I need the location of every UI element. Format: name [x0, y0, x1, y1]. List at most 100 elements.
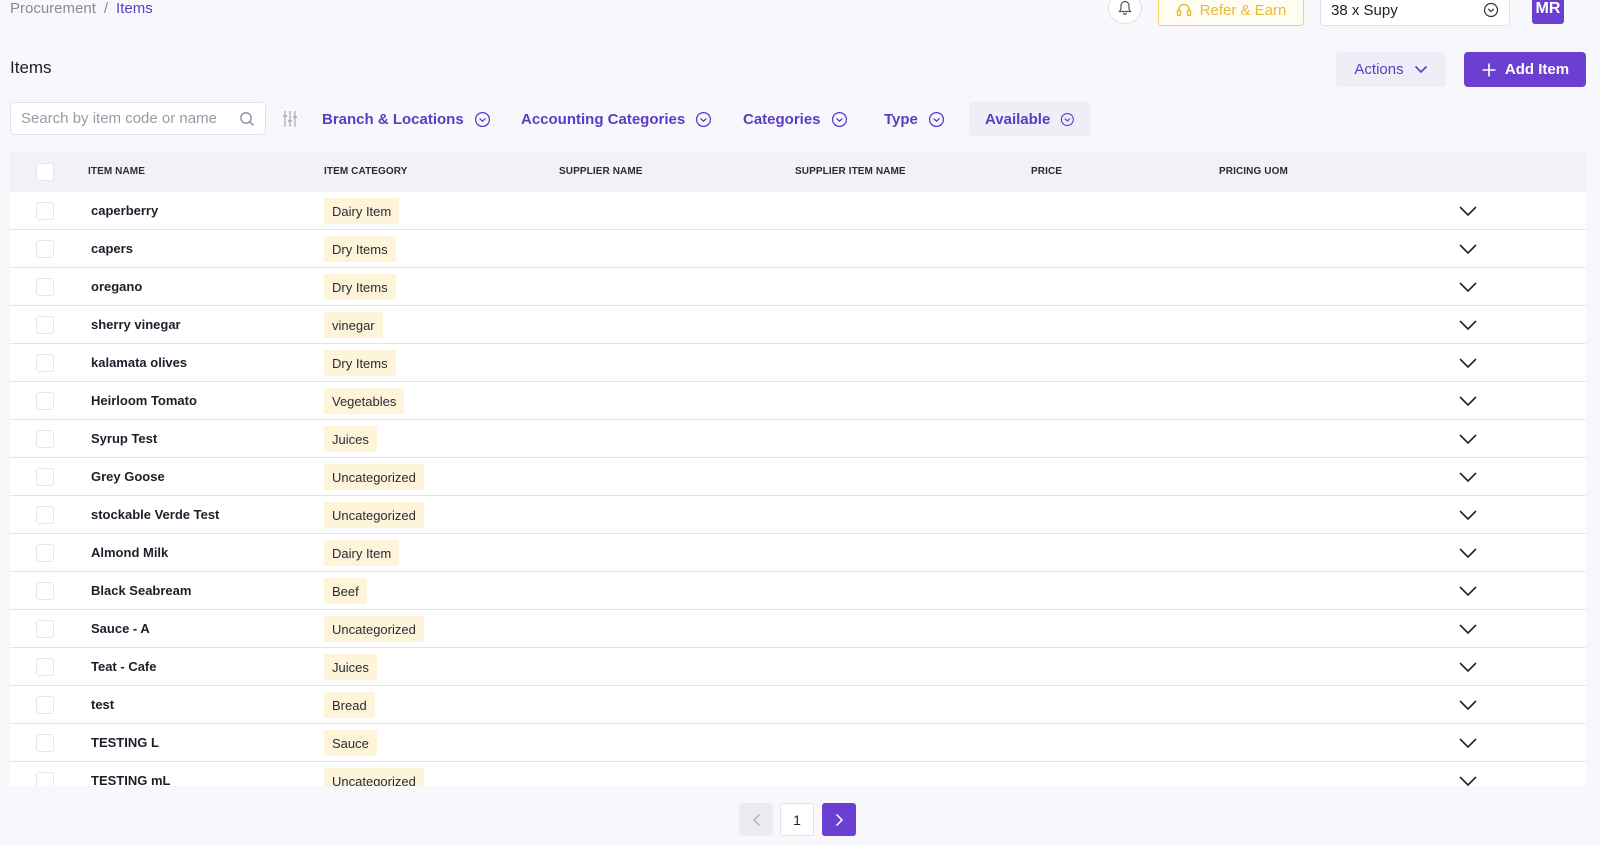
filter-accounting-categories[interactable]: Accounting Categories — [521, 102, 712, 136]
item-name-cell[interactable]: Grey Goose — [91, 469, 165, 484]
table-row[interactable]: Teat - Cafe Juices — [10, 648, 1586, 686]
item-category-tag: Juices — [324, 426, 377, 452]
breadcrumb-items[interactable]: Items — [116, 0, 153, 17]
row-checkbox[interactable] — [36, 392, 54, 410]
add-item-button[interactable]: Add Item — [1464, 52, 1586, 87]
item-name-cell[interactable]: TESTING mL — [91, 773, 170, 786]
table-row[interactable]: sherry vinegar vinegar — [10, 306, 1586, 344]
item-name-cell[interactable]: test — [91, 697, 114, 712]
column-header-supplier-item-name[interactable]: SUPPLIER ITEM NAME — [795, 166, 906, 177]
item-name-cell[interactable]: Teat - Cafe — [91, 659, 157, 674]
chevron-down-icon[interactable] — [1458, 280, 1478, 294]
chevron-down-icon[interactable] — [1458, 584, 1478, 598]
table-row[interactable]: Black Seabream Beef — [10, 572, 1586, 610]
table-row[interactable]: Grey Goose Uncategorized — [10, 458, 1586, 496]
row-checkbox[interactable] — [36, 772, 54, 786]
refer-earn-button[interactable]: Refer & Earn — [1158, 0, 1304, 26]
table-row[interactable]: Heirloom Tomato Vegetables — [10, 382, 1586, 420]
chevron-circle-icon — [696, 111, 712, 127]
table-row[interactable]: test Bread — [10, 686, 1586, 724]
table-row[interactable]: oregano Dry Items — [10, 268, 1586, 306]
table-row[interactable]: capers Dry Items — [10, 230, 1586, 268]
chevron-down-icon[interactable] — [1458, 204, 1478, 218]
row-checkbox[interactable] — [36, 316, 54, 334]
table-row[interactable]: stockable Verde Test Uncategorized — [10, 496, 1586, 534]
item-name-cell[interactable]: sherry vinegar — [91, 317, 181, 332]
chevron-down-icon[interactable] — [1458, 546, 1478, 560]
item-name-cell[interactable]: kalamata olives — [91, 355, 187, 370]
chevron-down-icon[interactable] — [1458, 774, 1478, 786]
row-checkbox[interactable] — [36, 582, 54, 600]
item-name-cell[interactable]: oregano — [91, 279, 142, 294]
item-name-cell[interactable]: Almond Milk — [91, 545, 168, 560]
search-icon — [240, 111, 254, 126]
column-header-item-category[interactable]: ITEM CATEGORY — [324, 166, 408, 177]
chevron-down-icon[interactable] — [1458, 622, 1478, 636]
table-row[interactable]: Sauce - A Uncategorized — [10, 610, 1586, 648]
table-row[interactable]: TESTING mL Uncategorized — [10, 762, 1586, 786]
page-number-button[interactable]: 1 — [780, 803, 814, 836]
column-header-pricing-uom[interactable]: PRICING UOM — [1219, 166, 1288, 177]
row-checkbox[interactable] — [36, 430, 54, 448]
item-name-cell[interactable]: caperberry — [91, 203, 158, 218]
item-name-cell[interactable]: Heirloom Tomato — [91, 393, 197, 408]
notifications-button[interactable] — [1108, 0, 1142, 24]
table-row[interactable]: Syrup Test Juices — [10, 420, 1586, 458]
item-category-tag: Juices — [324, 654, 377, 680]
chevron-down-icon[interactable] — [1458, 432, 1478, 446]
chevron-down-icon[interactable] — [1458, 318, 1478, 332]
filter-branch-locations[interactable]: Branch & Locations — [322, 102, 491, 136]
item-name-cell[interactable]: Sauce - A — [91, 621, 150, 636]
select-all-checkbox[interactable] — [36, 163, 54, 181]
item-name-cell[interactable]: capers — [91, 241, 133, 256]
chevron-down-icon[interactable] — [1458, 698, 1478, 712]
table-row[interactable]: caperberry Dairy Item — [10, 192, 1586, 230]
filter-categories-label: Categories — [743, 110, 821, 128]
chevron-down-icon[interactable] — [1458, 242, 1478, 256]
item-name-cell[interactable]: Black Seabream — [91, 583, 191, 598]
page-title: Items — [10, 58, 52, 77]
row-checkbox[interactable] — [36, 202, 54, 220]
row-checkbox[interactable] — [36, 240, 54, 258]
next-page-button[interactable] — [822, 803, 856, 836]
row-checkbox[interactable] — [36, 620, 54, 638]
row-checkbox[interactable] — [36, 658, 54, 676]
table-header: ITEM NAME ITEM CATEGORY SUPPLIER NAME SU… — [10, 152, 1586, 192]
refer-earn-label: Refer & Earn — [1199, 1, 1287, 19]
chevron-circle-icon — [928, 111, 944, 127]
item-category-tag: vinegar — [324, 312, 383, 338]
chevron-down-icon[interactable] — [1458, 356, 1478, 370]
chevron-down-icon[interactable] — [1458, 660, 1478, 674]
actions-button[interactable]: Actions — [1336, 52, 1446, 87]
row-checkbox[interactable] — [36, 734, 54, 752]
column-header-item-name[interactable]: ITEM NAME — [88, 166, 145, 177]
table-row[interactable]: kalamata olives Dry Items — [10, 344, 1586, 382]
filter-available[interactable]: Available — [969, 102, 1091, 136]
chevron-down-icon[interactable] — [1458, 470, 1478, 484]
row-checkbox[interactable] — [36, 506, 54, 524]
user-avatar[interactable]: MR — [1532, 0, 1564, 24]
chevron-down-icon[interactable] — [1458, 508, 1478, 522]
item-name-cell[interactable]: stockable Verde Test — [91, 507, 219, 522]
chevron-down-icon[interactable] — [1458, 394, 1478, 408]
column-header-price[interactable]: PRICE — [1031, 166, 1062, 177]
breadcrumb-procurement[interactable]: Procurement — [10, 0, 96, 17]
column-header-supplier-name[interactable]: SUPPLIER NAME — [559, 166, 643, 177]
item-name-cell[interactable]: TESTING L — [91, 735, 159, 750]
search-input[interactable] — [21, 110, 231, 127]
chevron-down-icon[interactable] — [1458, 736, 1478, 750]
prev-page-button[interactable] — [739, 803, 773, 836]
row-checkbox[interactable] — [36, 468, 54, 486]
organization-select[interactable]: 38 x Supy — [1320, 0, 1510, 26]
table-row[interactable]: TESTING L Sauce — [10, 724, 1586, 762]
item-category-tag: Dry Items — [324, 350, 396, 376]
sliders-icon[interactable] — [282, 110, 298, 128]
row-checkbox[interactable] — [36, 696, 54, 714]
filter-type[interactable]: Type — [884, 102, 945, 136]
row-checkbox[interactable] — [36, 354, 54, 372]
item-name-cell[interactable]: Syrup Test — [91, 431, 157, 446]
row-checkbox[interactable] — [36, 544, 54, 562]
table-row[interactable]: Almond Milk Dairy Item — [10, 534, 1586, 572]
row-checkbox[interactable] — [36, 278, 54, 296]
filter-categories[interactable]: Categories — [743, 102, 848, 136]
